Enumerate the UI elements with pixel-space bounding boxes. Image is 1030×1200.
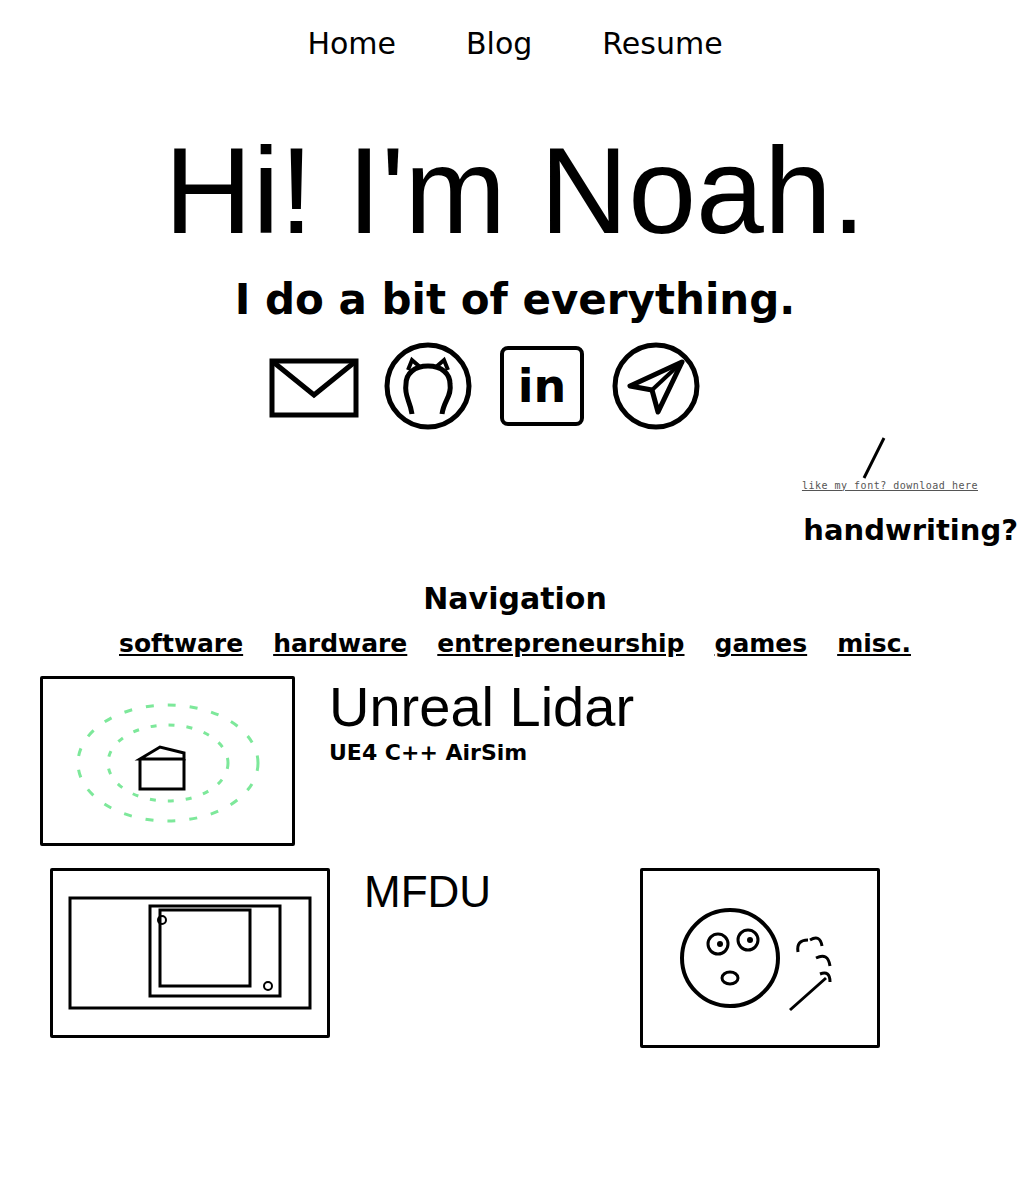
- project-title: MFDU: [364, 868, 491, 916]
- face-icon: [650, 878, 870, 1038]
- nav-link[interactable]: Home: [307, 26, 396, 61]
- top-nav: Home Blog Resume: [0, 0, 1030, 61]
- github-icon: [382, 340, 474, 432]
- social-link[interactable]: in: [496, 340, 588, 432]
- social-link[interactable]: [268, 340, 360, 432]
- category-link[interactable]: misc.: [837, 629, 911, 658]
- category-link[interactable]: software: [119, 629, 243, 658]
- nav-link[interactable]: Blog: [466, 26, 532, 61]
- project-thumbnail: [50, 868, 330, 1038]
- mail-icon: [268, 351, 360, 421]
- project-thumbnail: [40, 676, 295, 846]
- font-promo: like my font? download here handwriting?: [0, 436, 1030, 548]
- project-thumbnail: [640, 868, 880, 1048]
- font-download-link[interactable]: like my font? download here: [802, 480, 978, 491]
- category-list: software hardware entrepreneurship games mis…: [119, 629, 911, 658]
- page: Home Blog Resume Hi! I'm Noah. I do a bit of…: [0, 0, 1030, 1200]
- slash-icon: [858, 436, 888, 480]
- hero: Hi! I'm Noah. I do a bit of everything. in: [0, 61, 1030, 432]
- project-info: Unreal LidarUE4 C++ AirSim: [329, 676, 634, 765]
- linkedin-icon: in: [500, 346, 584, 426]
- project-card[interactable]: Unreal LidarUE4 C++ AirSim: [40, 676, 1030, 846]
- project-title: Unreal Lidar: [329, 676, 634, 738]
- navigation-section: Navigation software hardware entrepreneursh…: [0, 581, 1030, 658]
- navigation-title: Navigation: [423, 581, 607, 617]
- project-card[interactable]: [640, 868, 1030, 1048]
- lidar-scan-icon: [48, 681, 288, 841]
- project-list: Unreal LidarUE4 C++ AirSim MFDU: [0, 676, 1030, 1048]
- telegram-icon: [610, 340, 702, 432]
- nav-link[interactable]: Resume: [602, 26, 722, 61]
- category-link[interactable]: hardware: [273, 629, 407, 658]
- social-link[interactable]: [382, 340, 474, 432]
- project-card[interactable]: MFDU: [50, 868, 640, 1048]
- project-tags: UE4 C++ AirSim: [329, 740, 634, 765]
- category-link[interactable]: games: [715, 629, 808, 658]
- font-promo-word: handwriting?: [803, 513, 1018, 548]
- hero-title: Hi! I'm Noah.: [164, 121, 865, 261]
- project-info: MFDU: [364, 868, 491, 916]
- social-links: in: [268, 340, 702, 432]
- category-link[interactable]: entrepreneurship: [437, 629, 684, 658]
- social-link[interactable]: [610, 340, 702, 432]
- hero-subtitle: I do a bit of everything.: [235, 275, 795, 325]
- device-icon: [60, 878, 320, 1028]
